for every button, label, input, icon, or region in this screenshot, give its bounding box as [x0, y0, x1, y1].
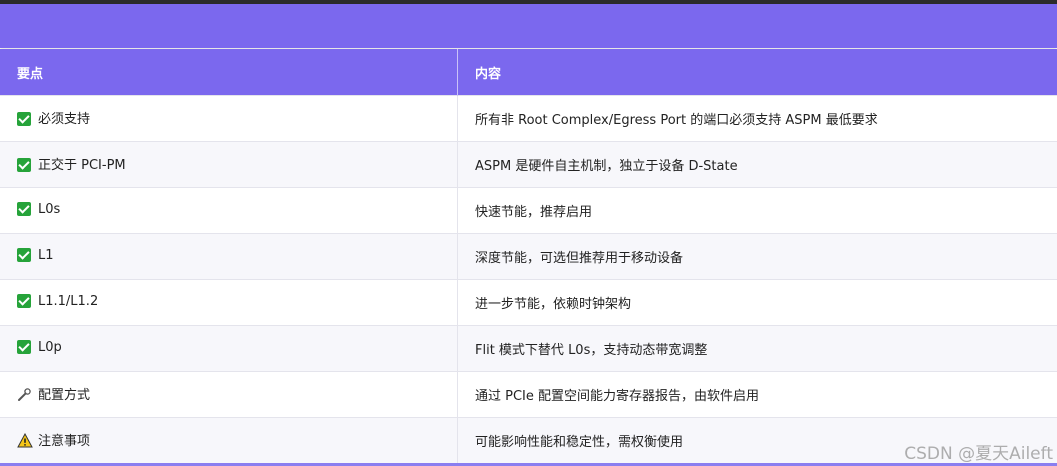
- table-row: 正交于 PCI-PM ASPM 是硬件自主机制，独立于设备 D-State: [0, 141, 1057, 188]
- point-cell: L1: [0, 233, 458, 280]
- point-cell: L1.1/L1.2: [0, 279, 458, 326]
- content-cell: 通过 PCIe 配置空间能力寄存器报告，由软件启用: [457, 371, 1057, 418]
- check-icon: [17, 201, 33, 220]
- screenshot-frame: 要点 内容 必须支持 所有非 Root Complex/Egress Port …: [0, 0, 1057, 466]
- point-label: 注意事项: [38, 433, 91, 449]
- check-icon: [17, 111, 33, 130]
- table-row: 必须支持 所有非 Root Complex/Egress Port 的端口必须支…: [0, 95, 1057, 142]
- content-cell: Flit 模式下替代 L0s，支持动态带宽调整: [457, 325, 1057, 372]
- summary-table: 要点 内容 必须支持 所有非 Root Complex/Egress Port …: [0, 49, 1057, 463]
- check-icon: [17, 157, 33, 176]
- wrench-icon: [17, 387, 33, 406]
- point-label: L0p: [38, 339, 62, 355]
- table-row: L0p Flit 模式下替代 L0s，支持动态带宽调整: [0, 325, 1057, 372]
- point-label: L1.1/L1.2: [38, 293, 99, 309]
- check-icon: [17, 293, 33, 312]
- content-cell: 进一步节能，依赖时钟架构: [457, 279, 1057, 326]
- table-header-row: 要点 内容: [0, 49, 1057, 96]
- point-cell: 注意事项: [0, 417, 458, 463]
- header-content: 内容: [457, 49, 1057, 96]
- content-cell: ASPM 是硬件自主机制，独立于设备 D-State: [457, 141, 1057, 188]
- table-row: 配置方式 通过 PCIe 配置空间能力寄存器报告，由软件启用: [0, 371, 1057, 418]
- table-row: 注意事项 可能影响性能和稳定性，需权衡使用: [0, 417, 1057, 463]
- watermark: CSDN @夏天Aileft: [904, 444, 1053, 464]
- content-cell: 快速节能，推荐启用: [457, 187, 1057, 234]
- content-cell: 所有非 Root Complex/Egress Port 的端口必须支持 ASP…: [457, 95, 1057, 142]
- table-row: L1 深度节能，可选但推荐用于移动设备: [0, 233, 1057, 280]
- check-icon: [17, 339, 33, 358]
- point-cell: L0p: [0, 325, 458, 372]
- point-cell: L0s: [0, 187, 458, 234]
- table-row: L0s 快速节能，推荐启用: [0, 187, 1057, 234]
- point-label: 配置方式: [38, 387, 91, 403]
- header-point: 要点: [0, 49, 458, 96]
- header-banner: [0, 4, 1057, 48]
- point-cell: 配置方式: [0, 371, 458, 418]
- point-cell: 正交于 PCI-PM: [0, 141, 458, 188]
- warning-icon: [17, 432, 33, 452]
- point-label: L1: [38, 247, 54, 263]
- check-icon: [17, 247, 33, 266]
- point-label: L0s: [38, 201, 61, 217]
- point-cell: 必须支持: [0, 95, 458, 142]
- point-label: 必须支持: [38, 111, 91, 127]
- table-row: L1.1/L1.2 进一步节能，依赖时钟架构: [0, 279, 1057, 326]
- content-cell: 深度节能，可选但推荐用于移动设备: [457, 233, 1057, 280]
- point-label: 正交于 PCI-PM: [38, 157, 126, 173]
